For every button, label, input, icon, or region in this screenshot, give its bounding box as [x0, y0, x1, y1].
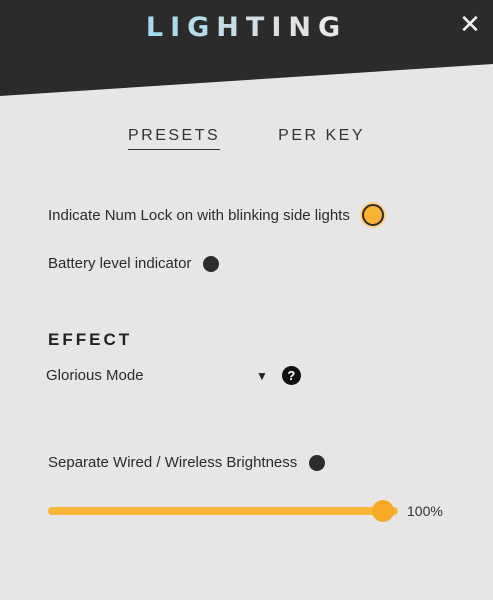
title-letter: I	[271, 12, 289, 43]
title-letter: N	[288, 12, 318, 43]
separate-brightness-option: Separate Wired / Wireless Brightness	[48, 454, 326, 471]
effect-section-title: EFFECT	[48, 330, 133, 349]
title-letter: L	[145, 12, 171, 43]
title-letter: H	[216, 12, 246, 43]
num-lock-option: Indicate Num Lock on with blinking side …	[48, 204, 384, 226]
effect-selected-value[interactable]: Glorious Mode	[46, 367, 256, 384]
help-icon[interactable]: ?	[281, 366, 301, 385]
brightness-slider[interactable]	[48, 498, 398, 524]
separate-brightness-label: Separate Wired / Wireless Brightness	[48, 454, 298, 471]
tab-presets[interactable]: PRESETS	[127, 127, 221, 150]
header: LIGHTING ✕	[0, 0, 493, 100]
battery-label: Battery level indicator	[48, 255, 192, 272]
effect-dropdown[interactable]: Glorious Mode ▼ ?	[46, 366, 301, 385]
title-letter: G	[317, 12, 348, 43]
brightness-value: 100%	[407, 503, 443, 519]
separate-brightness-toggle[interactable]	[309, 454, 326, 471]
battery-option: Battery level indicator	[48, 255, 220, 272]
slider-fill	[48, 507, 383, 515]
page-title: LIGHTING	[0, 12, 493, 43]
title-letter: I	[170, 12, 188, 43]
caret-down-icon[interactable]: ▼	[256, 369, 268, 383]
title-letter: G	[187, 12, 217, 43]
tab-per-key[interactable]: PER KEY	[278, 127, 365, 150]
num-lock-label: Indicate Num Lock on with blinking side …	[48, 206, 350, 224]
battery-toggle[interactable]	[203, 255, 220, 272]
slider-handle[interactable]	[372, 500, 394, 522]
tab-bar: PRESETS PER KEY	[0, 127, 493, 150]
num-lock-toggle[interactable]	[361, 204, 384, 226]
close-icon[interactable]: ✕	[459, 12, 481, 38]
title-letter: T	[245, 12, 272, 43]
